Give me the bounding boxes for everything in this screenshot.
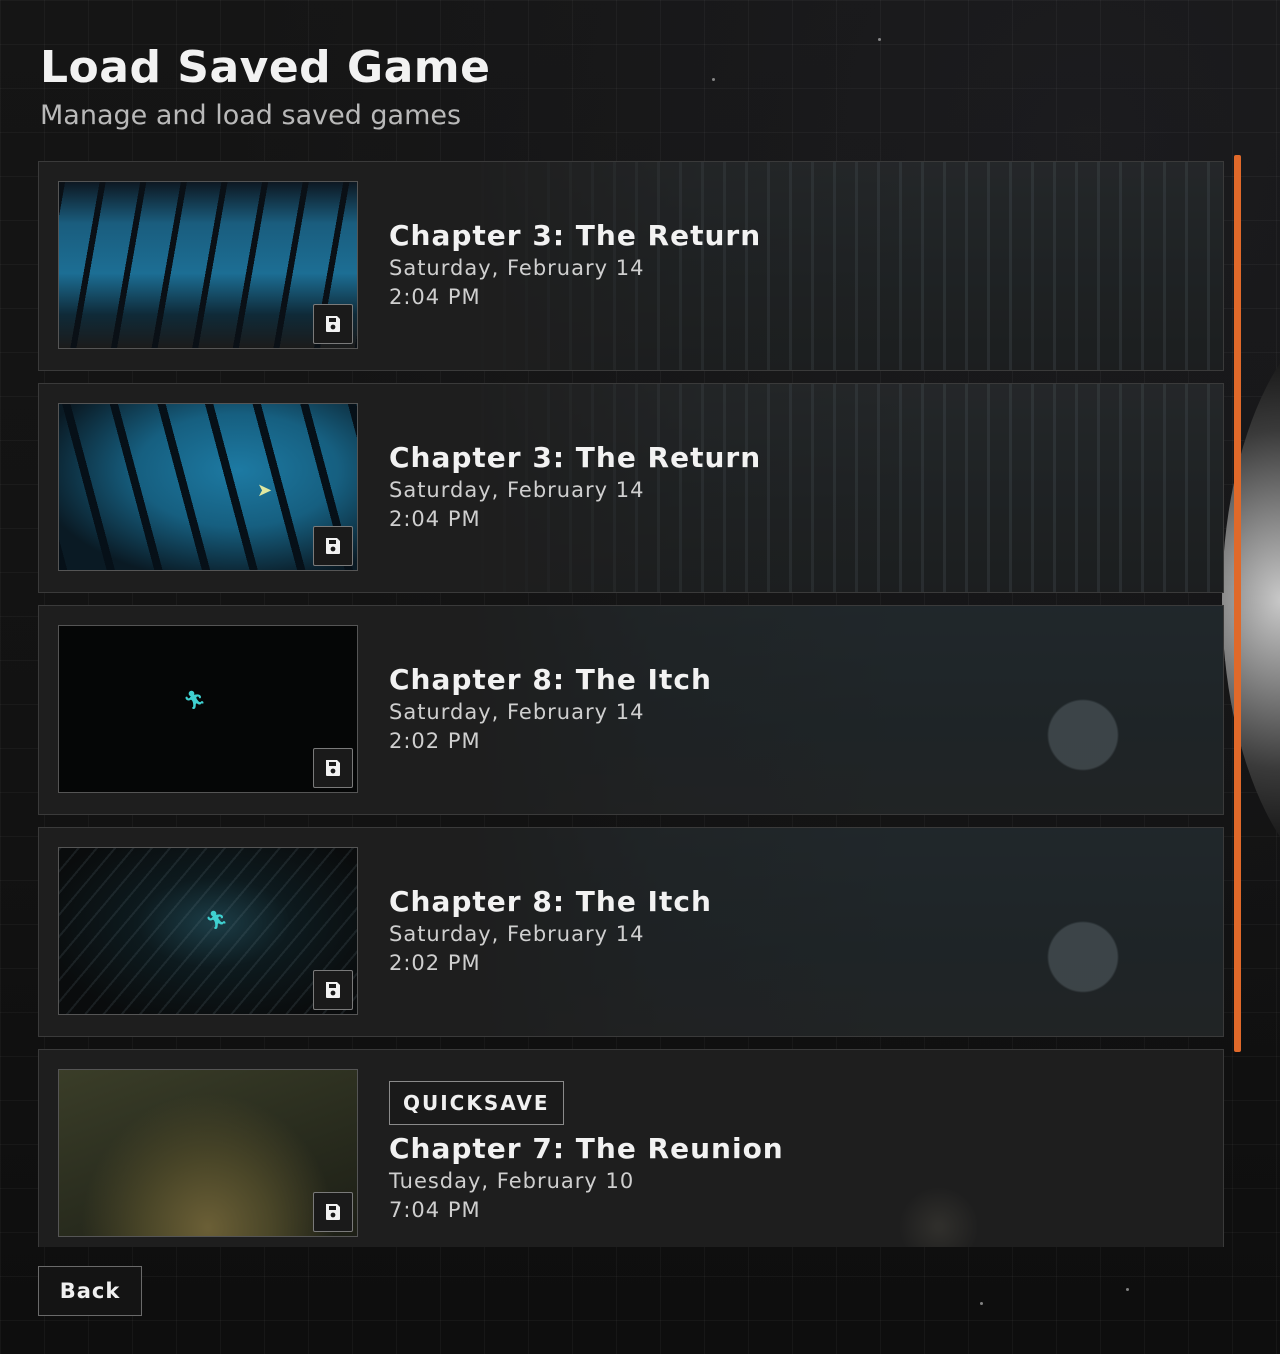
load-game-screen: Load Saved Game Manage and load saved ga…	[0, 0, 1280, 1354]
save-thumbnail	[58, 181, 358, 349]
save-chapter: Chapter 8: The Itch	[389, 663, 712, 696]
save-info: QUICKSAVE Chapter 7: The Reunion Tuesday…	[389, 1081, 784, 1225]
floppy-disk-icon[interactable]	[313, 748, 353, 788]
floppy-disk-icon[interactable]	[313, 304, 353, 344]
save-thumbnail	[58, 1069, 358, 1237]
save-slot[interactable]: 🏃︎ Chapter 8: The Itch Saturday, Februar…	[38, 827, 1224, 1037]
background-star	[980, 1302, 983, 1305]
save-date: Saturday, February 14	[389, 478, 645, 502]
save-info: Chapter 8: The Itch Saturday, February 1…	[389, 662, 712, 756]
save-info: Chapter 3: The Return Saturday, February…	[389, 440, 761, 534]
running-figure-icon: 🏃︎	[183, 690, 206, 711]
bird-icon: ➤	[257, 480, 273, 501]
background-star	[1126, 1288, 1129, 1291]
save-time: 2:02 PM	[389, 729, 481, 753]
save-chapter: Chapter 3: The Return	[389, 441, 762, 474]
save-slot[interactable]: 🏃︎ Chapter 8: The Itch Saturday, Februar…	[38, 605, 1224, 815]
save-slot[interactable]: QUICKSAVE Chapter 7: The Reunion Tuesday…	[38, 1049, 1224, 1247]
background-star	[878, 38, 881, 41]
save-chapter: Chapter 3: The Return	[389, 219, 762, 252]
save-info: Chapter 3: The Return Saturday, February…	[389, 218, 761, 312]
save-slot[interactable]: ➤ Chapter 3: The Return Saturday, Februa…	[38, 383, 1224, 593]
page-subtitle: Manage and load saved games	[40, 100, 462, 131]
save-slot[interactable]: Chapter 3: The Return Saturday, February…	[38, 161, 1224, 371]
save-date: Saturday, February 14	[389, 700, 645, 724]
background-planet	[1222, 300, 1280, 900]
background-star	[712, 78, 715, 81]
save-time: 7:04 PM	[389, 1198, 481, 1222]
save-time: 2:02 PM	[389, 951, 481, 975]
save-info: Chapter 8: The Itch Saturday, February 1…	[389, 884, 712, 978]
save-thumbnail: ➤	[58, 403, 358, 571]
save-thumbnail: 🏃︎	[58, 847, 358, 1015]
page-title: Load Saved Game	[40, 42, 491, 93]
floppy-disk-icon[interactable]	[313, 1192, 353, 1232]
save-date: Tuesday, February 10	[389, 1169, 635, 1193]
save-chapter: Chapter 8: The Itch	[389, 885, 712, 918]
running-figure-icon: 🏃︎	[205, 910, 228, 931]
save-time: 2:04 PM	[389, 507, 481, 531]
save-time: 2:04 PM	[389, 285, 481, 309]
save-list: Chapter 3: The Return Saturday, February…	[38, 161, 1224, 1247]
floppy-disk-icon[interactable]	[313, 970, 353, 1010]
back-button[interactable]: Back	[38, 1266, 142, 1316]
header: Load Saved Game Manage and load saved ga…	[40, 40, 491, 134]
save-thumbnail: 🏃︎	[58, 625, 358, 793]
floppy-disk-icon[interactable]	[313, 526, 353, 566]
save-date: Saturday, February 14	[389, 256, 645, 280]
quicksave-badge: QUICKSAVE	[389, 1081, 564, 1125]
save-date: Saturday, February 14	[389, 922, 645, 946]
scrollbar-thumb[interactable]	[1234, 155, 1241, 1052]
save-chapter: Chapter 7: The Reunion	[389, 1132, 784, 1165]
